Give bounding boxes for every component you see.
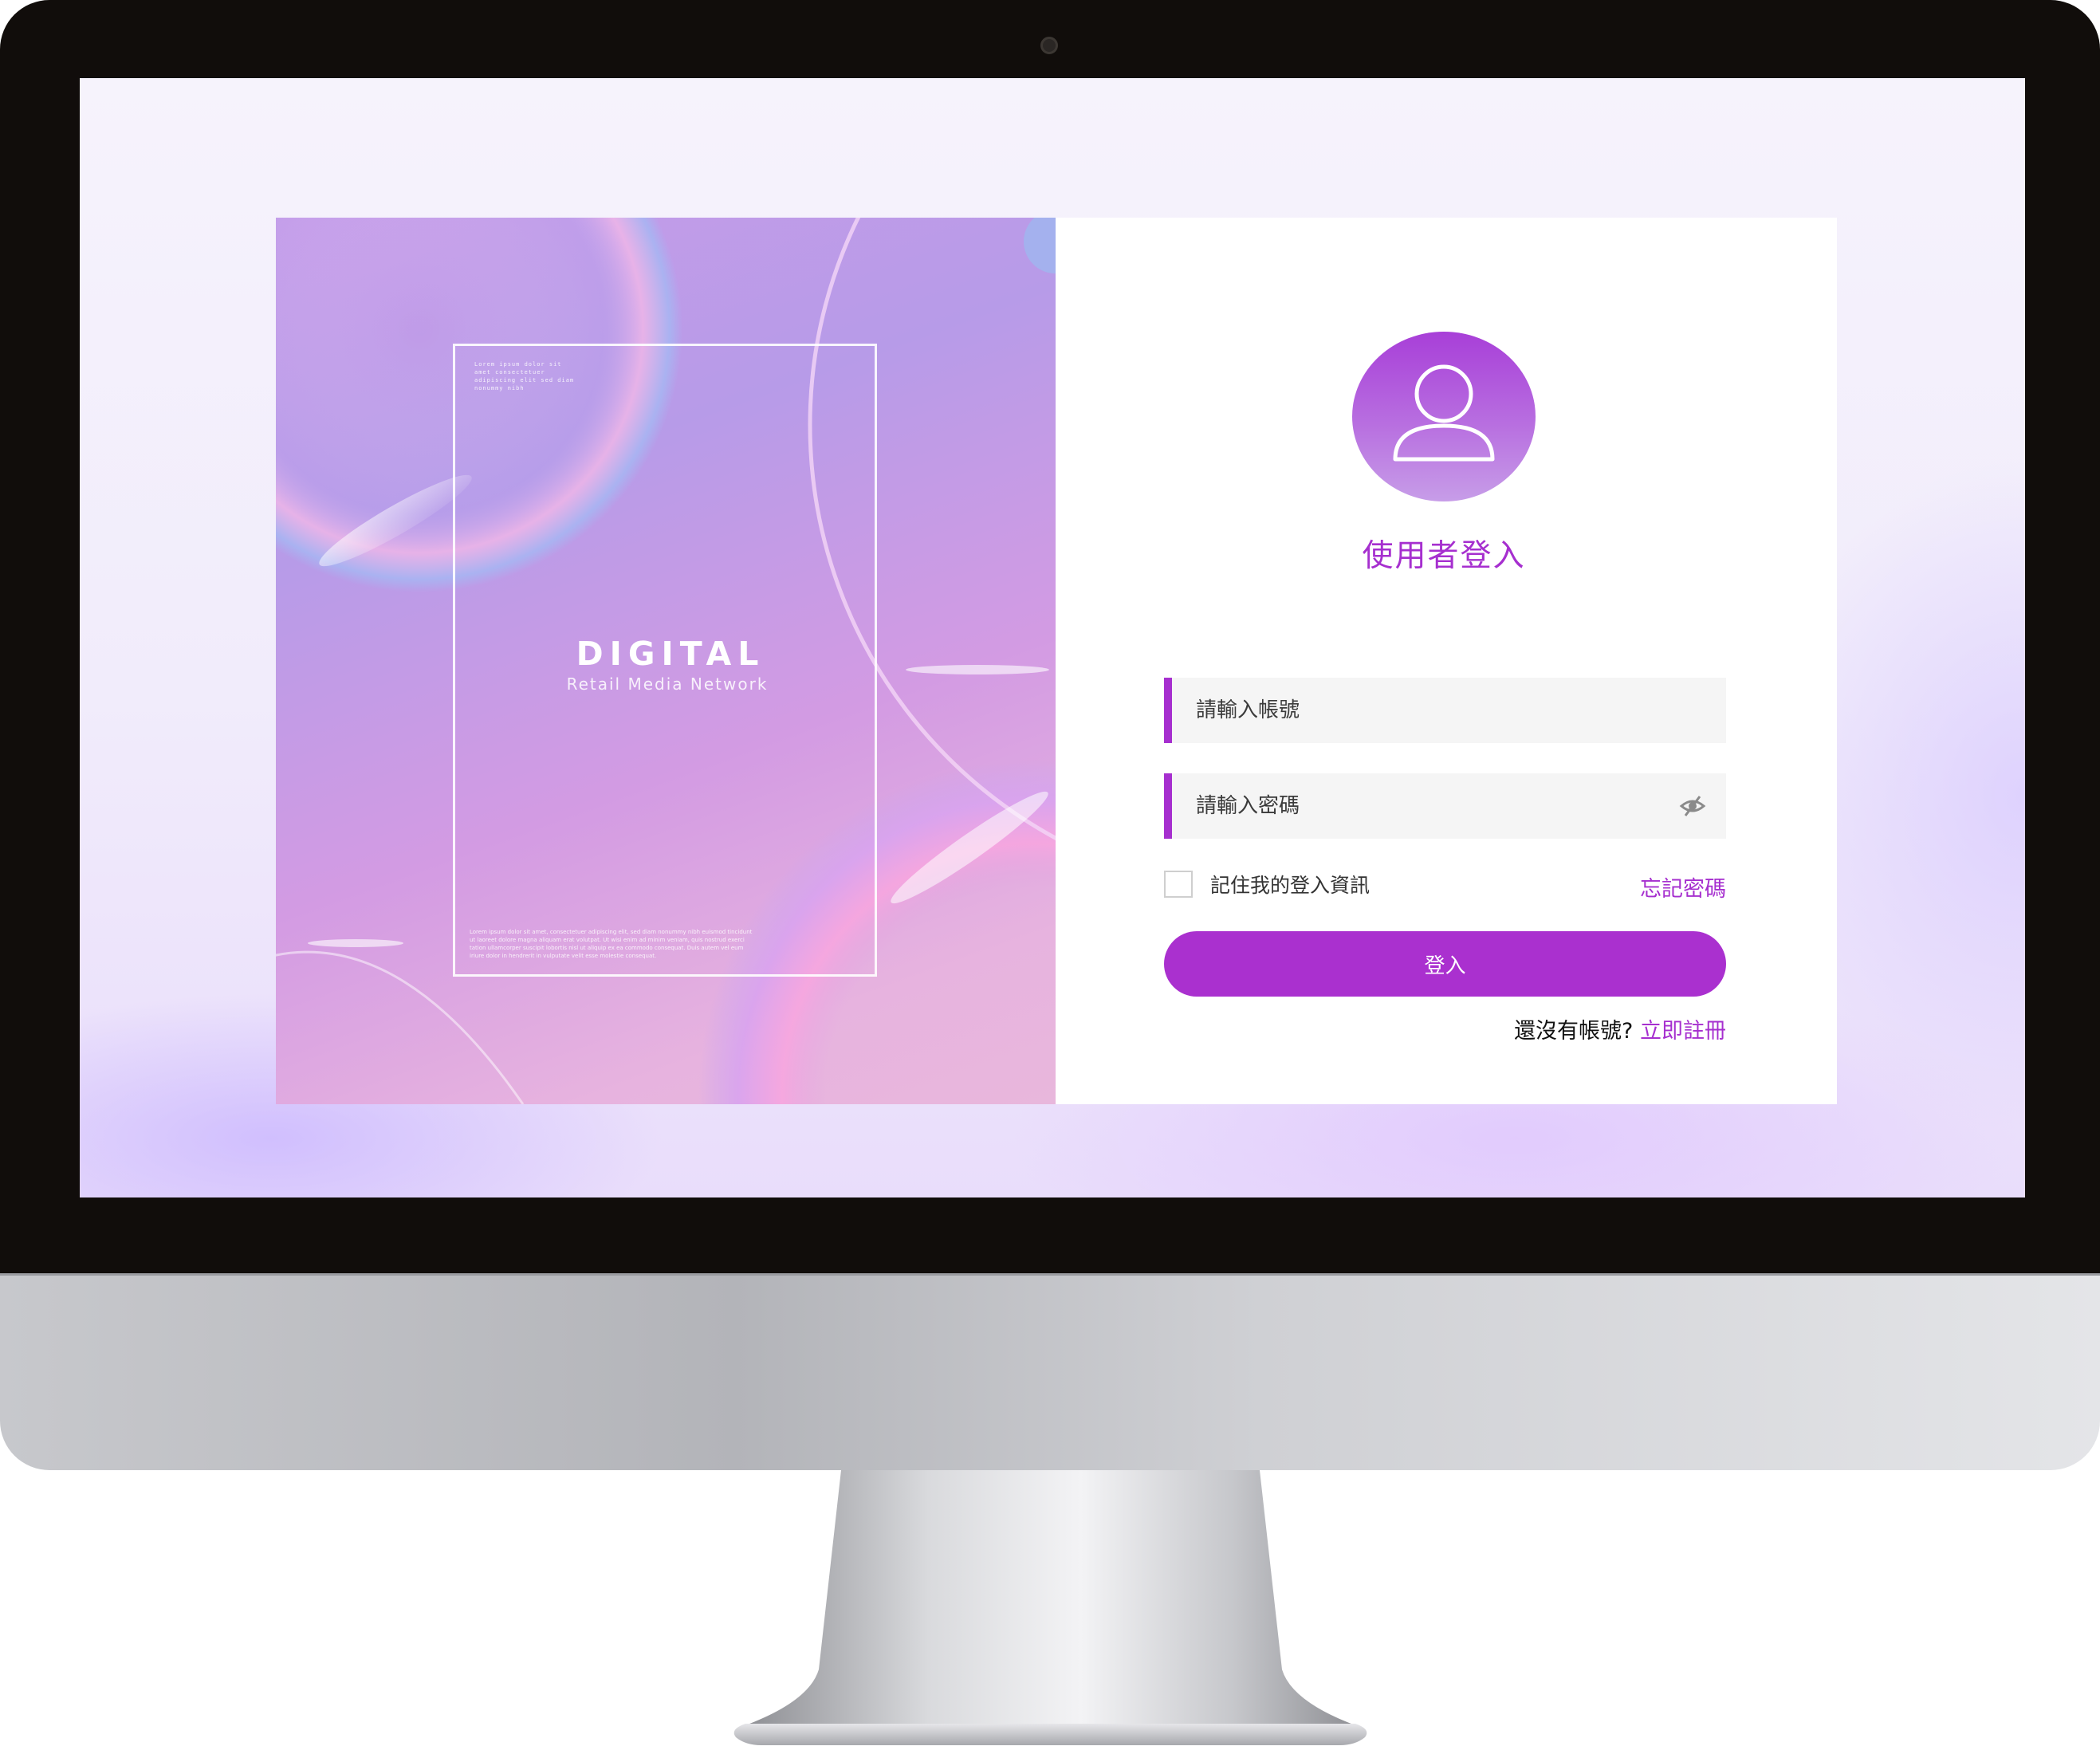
username-input[interactable] — [1196, 678, 1674, 743]
login-title: 使用者登入 — [1362, 538, 1526, 574]
password-field[interactable] — [1164, 773, 1726, 839]
art-fine-print-bottom: Lorem ipsum dolor sit amet, consectetuer… — [470, 929, 753, 959]
art-title: DIGITAL — [576, 635, 765, 673]
eye-slash-icon[interactable] — [1679, 793, 1706, 819]
monitor-chin — [0, 1273, 2100, 1470]
remember-label: 記住我的登入資訊 — [1210, 874, 1371, 897]
register-link[interactable]: 立即註冊 — [1640, 1019, 1726, 1044]
username-field[interactable] — [1164, 678, 1726, 743]
art-subtitle: Retail Media Network — [566, 674, 769, 694]
forgot-password-link[interactable]: 忘記密碼 — [1614, 871, 1726, 903]
art-frame: Lorem ipsum dolor sit amet consectetuer … — [453, 344, 877, 977]
art-panel: Lorem ipsum dolor sit amet consectetuer … — [276, 218, 1056, 1104]
login-button[interactable]: 登入 — [1164, 931, 1726, 997]
camera-icon — [1040, 37, 1058, 54]
register-row: 還沒有帳號? 立即註冊 — [1374, 1013, 1726, 1044]
register-question: 還沒有帳號? — [1514, 1019, 1634, 1044]
user-icon — [1393, 364, 1495, 462]
remember-me[interactable]: 記住我的登入資訊 — [1164, 870, 1370, 899]
remember-checkbox[interactable] — [1164, 871, 1193, 898]
screen: Lorem ipsum dolor sit amet consectetuer … — [80, 78, 2025, 1197]
login-panel: 使用者登入 記住我的登入資訊 忘記密碼 登入 還沒有帳號? 立即註冊 — [1056, 218, 1837, 1104]
art-fine-print-top: Lorem ipsum dolor sit amet consectetuer … — [474, 361, 575, 391]
avatar — [1352, 332, 1536, 501]
monitor-stand — [733, 1470, 1367, 1745]
password-input[interactable] — [1196, 773, 1674, 839]
